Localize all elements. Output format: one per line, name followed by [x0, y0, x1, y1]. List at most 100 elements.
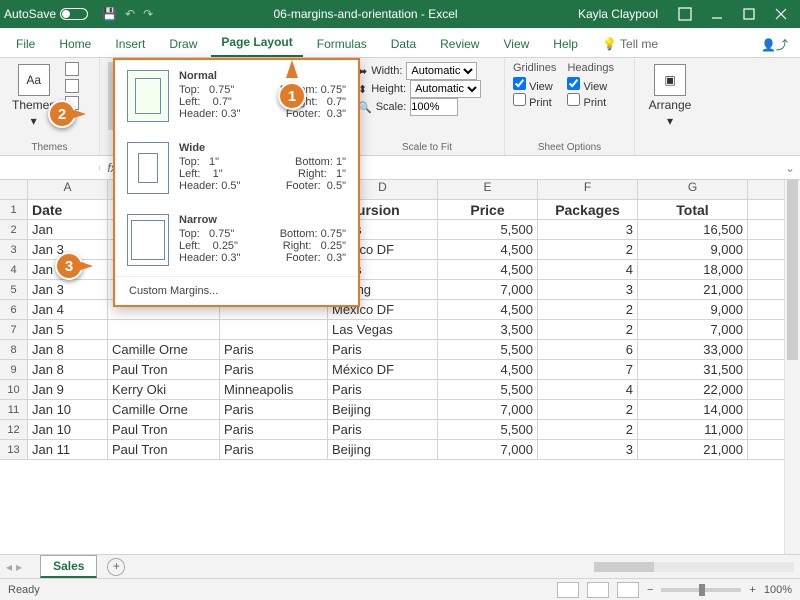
user-name[interactable]: Kayla Claypool [578, 7, 658, 21]
cell[interactable]: 2 [538, 300, 638, 319]
undo-icon[interactable]: ↶ [125, 7, 135, 21]
cell[interactable]: Jan 9 [28, 380, 108, 399]
cell[interactable]: 7,000 [438, 440, 538, 459]
cell[interactable]: 5,500 [438, 380, 538, 399]
name-box[interactable] [0, 166, 100, 170]
headings-view-checkbox[interactable]: View [567, 77, 613, 93]
row-header[interactable]: 7 [0, 320, 28, 340]
share-button[interactable]: 👤⤴ [755, 32, 794, 57]
select-all-button[interactable] [0, 180, 28, 199]
tab-draw[interactable]: Draw [159, 31, 207, 57]
cell[interactable] [108, 320, 220, 339]
col-header-e[interactable]: E [438, 180, 538, 199]
col-header-a[interactable]: A [28, 180, 108, 199]
cell[interactable]: 2 [538, 420, 638, 439]
cell[interactable]: 2 [538, 400, 638, 419]
horizontal-scrollbar[interactable] [594, 562, 794, 572]
row-header[interactable]: 10 [0, 380, 28, 400]
zoom-in-icon[interactable]: + [749, 584, 755, 596]
vertical-scrollbar[interactable] [784, 180, 800, 554]
cell[interactable]: Camille Orne [108, 400, 220, 419]
cell[interactable]: Beijing [328, 400, 438, 419]
cell[interactable]: 5,500 [438, 420, 538, 439]
cell[interactable]: 3 [538, 220, 638, 239]
cell[interactable]: Paris [220, 340, 328, 359]
cell[interactable]: 11,000 [638, 420, 748, 439]
cell[interactable]: Jan 11 [28, 440, 108, 459]
cell[interactable]: 22,000 [638, 380, 748, 399]
tab-formulas[interactable]: Formulas [307, 31, 377, 57]
page-break-view-icon[interactable] [617, 582, 639, 598]
cell[interactable]: 14,000 [638, 400, 748, 419]
header-cell[interactable]: Packages [538, 200, 638, 219]
margins-option-narrow[interactable]: Narrow Top: 0.75"Bottom: 0.75" Left: 0.2… [115, 204, 358, 276]
arrange-button[interactable]: ▣ Arrange ▾ [643, 62, 697, 130]
cell[interactable]: Paul Tron [108, 360, 220, 379]
row-header[interactable]: 1 [0, 200, 28, 220]
tab-page-layout[interactable]: Page Layout [211, 29, 302, 57]
tab-review[interactable]: Review [430, 31, 489, 57]
header-cell[interactable]: Date [28, 200, 108, 219]
sheet-nav-prev-icon[interactable]: ◂ [6, 560, 12, 574]
cell[interactable]: México DF [328, 360, 438, 379]
margins-option-wide[interactable]: Wide Top: 1"Bottom: 1" Left: 1"Right: 1"… [115, 132, 358, 204]
cell[interactable]: 2 [538, 320, 638, 339]
col-header-g[interactable]: G [638, 180, 748, 199]
tab-view[interactable]: View [493, 31, 539, 57]
cell[interactable]: Paris [328, 420, 438, 439]
cell[interactable]: Jan 3 [28, 280, 108, 299]
cell[interactable]: Paris [328, 380, 438, 399]
width-select[interactable]: Automatic [406, 62, 477, 80]
cell[interactable]: Beijing [328, 440, 438, 459]
cell[interactable]: Jan 10 [28, 420, 108, 439]
row-header[interactable]: 6 [0, 300, 28, 320]
cell[interactable]: 21,000 [638, 440, 748, 459]
cell[interactable] [220, 320, 328, 339]
cell[interactable]: Jan 4 [28, 300, 108, 319]
save-icon[interactable]: 💾 [102, 7, 117, 21]
cell[interactable]: Paris [220, 420, 328, 439]
cell[interactable]: 4,500 [438, 240, 538, 259]
zoom-slider[interactable] [661, 588, 741, 592]
cell[interactable]: 7,000 [438, 400, 538, 419]
row-header[interactable]: 2 [0, 220, 28, 240]
zoom-out-icon[interactable]: − [647, 584, 653, 596]
cell[interactable]: Camille Orne [108, 340, 220, 359]
cell[interactable]: 4,500 [438, 300, 538, 319]
cell[interactable]: Paris [220, 400, 328, 419]
header-cell[interactable]: Total [638, 200, 748, 219]
cell[interactable]: Jan 10 [28, 400, 108, 419]
sheet-tab-sales[interactable]: Sales [40, 555, 97, 578]
row-header[interactable]: 8 [0, 340, 28, 360]
cell[interactable]: 18,000 [638, 260, 748, 279]
cell[interactable]: 9,000 [638, 300, 748, 319]
cell[interactable]: 3 [538, 440, 638, 459]
cell[interactable]: 4 [538, 380, 638, 399]
tab-file[interactable]: File [6, 31, 45, 57]
gridlines-print-checkbox[interactable]: Print [513, 93, 556, 109]
normal-view-icon[interactable] [557, 582, 579, 598]
redo-icon[interactable]: ↷ [143, 7, 153, 21]
row-header[interactable]: 12 [0, 420, 28, 440]
autosave-toggle[interactable]: AutoSave [4, 7, 88, 21]
row-header[interactable]: 5 [0, 280, 28, 300]
cell[interactable]: 16,500 [638, 220, 748, 239]
cell[interactable]: Kerry Oki [108, 380, 220, 399]
cell[interactable]: 9,000 [638, 240, 748, 259]
zoom-level[interactable]: 100% [764, 584, 792, 596]
gridlines-view-checkbox[interactable]: View [513, 77, 556, 93]
cell[interactable]: 4,500 [438, 260, 538, 279]
cell[interactable]: Paul Tron [108, 440, 220, 459]
cell[interactable]: Jan 8 [28, 340, 108, 359]
tell-me[interactable]: 💡 Tell me [592, 31, 668, 57]
maximize-icon[interactable] [734, 0, 764, 28]
row-header[interactable]: 4 [0, 260, 28, 280]
cell[interactable]: 4,500 [438, 360, 538, 379]
page-layout-view-icon[interactable] [587, 582, 609, 598]
cell[interactable]: 4 [538, 260, 638, 279]
col-header-f[interactable]: F [538, 180, 638, 199]
close-icon[interactable] [766, 0, 796, 28]
cell[interactable]: Paul Tron [108, 420, 220, 439]
expand-formula-bar-icon[interactable]: ⌄ [780, 161, 800, 175]
cell[interactable]: Paris [220, 360, 328, 379]
